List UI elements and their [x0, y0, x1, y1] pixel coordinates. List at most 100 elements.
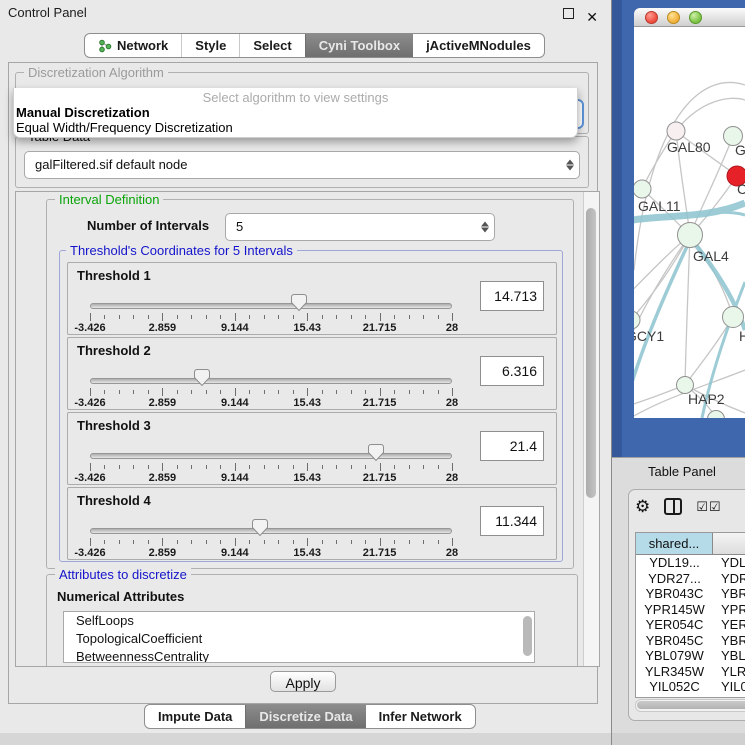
number-of-intervals-combobox[interactable]: 5 — [225, 213, 495, 241]
dropdown-option-manual-discretization[interactable]: Manual Discretization — [14, 105, 577, 120]
threshold-1-value[interactable]: 14.713 — [480, 281, 544, 311]
node-h[interactable] — [723, 307, 744, 328]
settings-scrollbar[interactable] — [583, 192, 599, 666]
cell-name[interactable]: YDL1 — [713, 555, 745, 571]
apply-button[interactable]: Apply — [270, 671, 336, 692]
cell-name[interactable]: YBR0 — [713, 586, 745, 602]
tick-label: 2.859 — [149, 397, 177, 409]
node-label: GA — [735, 142, 745, 158]
tick-mark — [162, 313, 163, 321]
node-label: HAP2 — [688, 391, 725, 407]
float-icon[interactable] — [563, 8, 574, 19]
tick-mark — [452, 388, 453, 396]
tick-mark — [119, 540, 120, 544]
node-gcy1[interactable] — [634, 311, 640, 329]
cell-shared-name[interactable]: YBL079W — [636, 648, 713, 664]
scrollbar-thumb[interactable] — [586, 208, 596, 498]
tab-infer-network[interactable]: Infer Network — [366, 705, 475, 728]
cell-name[interactable]: YPR1 — [713, 602, 745, 618]
table-row[interactable]: YPR145WYPR1 — [636, 602, 745, 618]
tick-mark — [235, 538, 236, 546]
tab-discretize-data[interactable]: Discretize Data — [245, 705, 365, 728]
tick-mark — [423, 315, 424, 319]
tick-mark — [133, 540, 134, 544]
node-label: GCY1 — [634, 328, 664, 344]
threshold-4-slider[interactable]: -3.4262.8599.14415.4321.71528 — [90, 524, 452, 556]
tab-cyni-toolbox[interactable]: Cyni Toolbox — [305, 34, 413, 57]
network-canvas[interactable]: GAL80 GA C GAL11 GAL4 GCY1 H HAP2 — [634, 27, 745, 418]
tab-jactivemnodules[interactable]: jActiveMNodules — [413, 34, 544, 57]
tab-network[interactable]: Network — [85, 34, 181, 57]
window-close-button[interactable] — [645, 11, 658, 24]
table-row[interactable]: YIL052CYIL0 — [636, 679, 745, 695]
cell-shared-name[interactable]: YER054C — [636, 617, 713, 633]
window-minimize-button[interactable] — [667, 11, 680, 24]
threshold-3-label: Threshold 3 — [77, 418, 151, 433]
thresholds-group-title: Threshold's Coordinates for 5 Intervals — [66, 243, 297, 258]
cell-name[interactable]: YBR0 — [713, 633, 745, 649]
slider-handle[interactable] — [252, 519, 268, 536]
network-window-titlebar[interactable] — [634, 8, 745, 27]
table-data-combobox[interactable]: galFiltered.sif default node — [24, 151, 580, 179]
table-panel: Table Panel ⚙ ☑☑ shared... na YDL19...YD… — [612, 457, 745, 745]
tab-style[interactable]: Style — [181, 34, 239, 57]
threshold-3-value[interactable]: 21.4 — [480, 431, 544, 461]
scrollbar-thumb[interactable] — [637, 701, 745, 709]
tab-select[interactable]: Select — [239, 34, 304, 57]
cell-shared-name[interactable]: YLR345W — [636, 664, 713, 680]
attribute-list-item[interactable]: BetweennessCentrality — [64, 648, 534, 663]
node-gal4[interactable] — [678, 223, 703, 248]
table-row[interactable]: YBR043CYBR0 — [636, 586, 745, 602]
cell-name[interactable]: YDR2 — [713, 571, 745, 587]
cell-name[interactable]: YER0 — [713, 617, 745, 633]
cell-name[interactable]: YBL0 — [713, 648, 745, 664]
slider-handle[interactable] — [291, 294, 307, 311]
numerical-attributes-list[interactable]: SelfLoopsTopologicalCoefficientBetweenne… — [63, 611, 535, 663]
table-row[interactable]: YBL079WYBL0 — [636, 648, 745, 664]
threshold-3-panel: Threshold 3 -3.4262.8599.14415.4321.7152… — [67, 412, 557, 485]
gear-icon[interactable]: ⚙ — [635, 498, 650, 515]
select-columns-icon[interactable]: ☑☑ — [696, 500, 721, 513]
threshold-2-value[interactable]: 6.316 — [480, 356, 544, 386]
tab-impute-data[interactable]: Impute Data — [145, 705, 245, 728]
threshold-2-slider[interactable]: -3.4262.8599.14415.4321.71528 — [90, 374, 452, 406]
slider-handle[interactable] — [194, 369, 210, 386]
node-gal11[interactable] — [634, 180, 651, 198]
cell-shared-name[interactable]: YIL052C — [636, 679, 713, 695]
list-scrollbar[interactable] — [523, 616, 532, 656]
threshold-4-value[interactable]: 11.344 — [480, 506, 544, 536]
threshold-3-slider[interactable]: -3.4262.8599.14415.4321.71528 — [90, 449, 452, 481]
tick-mark — [293, 315, 294, 319]
threshold-1-slider[interactable]: -3.4262.8599.14415.4321.71528 — [90, 299, 452, 331]
table-row[interactable]: YLR345WYLR3 — [636, 664, 745, 680]
table-row[interactable]: YER054CYER0 — [636, 617, 745, 633]
attribute-list-item[interactable]: SelfLoops — [64, 612, 534, 630]
network-view-window[interactable]: GAL80 GA C GAL11 GAL4 GCY1 H HAP2 — [612, 0, 745, 457]
dropdown-option-equal-width-frequency[interactable]: Equal Width/Frequency Discretization — [14, 120, 577, 135]
slider-handle[interactable] — [368, 444, 384, 461]
tick-label: 15.43 — [293, 397, 321, 409]
close-icon[interactable]: ✕ — [586, 4, 598, 30]
attribute-list-item[interactable]: TopologicalCoefficient — [64, 630, 534, 648]
table-rows: YDL19...YDL1YDR27...YDR2YBR043CYBR0YPR14… — [636, 555, 745, 695]
table-row[interactable]: YBR045CYBR0 — [636, 633, 745, 649]
cell-shared-name[interactable]: YDL19... — [636, 555, 713, 571]
table-row[interactable]: YDR27...YDR2 — [636, 571, 745, 587]
cell-shared-name[interactable]: YDR27... — [636, 571, 713, 587]
tick-mark — [336, 540, 337, 544]
tick-mark — [220, 465, 221, 469]
cell-name[interactable]: YLR3 — [713, 664, 745, 680]
cell-name[interactable]: YIL0 — [713, 679, 745, 695]
column-header-shared-name[interactable]: shared... — [636, 533, 713, 555]
cell-shared-name[interactable]: YPR145W — [636, 602, 713, 618]
table-horizontal-scrollbar[interactable] — [635, 699, 745, 712]
column-header-name[interactable]: na — [713, 533, 745, 555]
node-gal80[interactable] — [667, 122, 685, 140]
cell-shared-name[interactable]: YBR045C — [636, 633, 713, 649]
window-zoom-button[interactable] — [689, 11, 702, 24]
cell-shared-name[interactable]: YBR043C — [636, 586, 713, 602]
tick-mark — [423, 390, 424, 394]
table-row[interactable]: YDL19...YDL1 — [636, 555, 745, 571]
node-partial[interactable] — [708, 411, 725, 419]
split-view-icon[interactable] — [664, 498, 682, 515]
